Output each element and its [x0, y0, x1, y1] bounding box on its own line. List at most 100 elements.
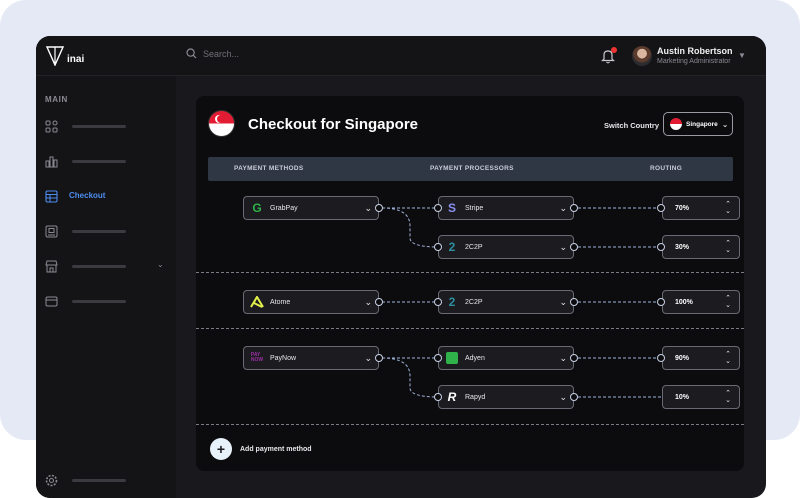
connector-node[interactable] [375, 204, 383, 212]
stepper-icon[interactable]: ⌃ ⌄ [725, 351, 731, 365]
sidebar-item-dashboard[interactable] [45, 118, 170, 134]
add-payment-method-label[interactable]: Add payment method [240, 446, 312, 453]
processor-name: Adyen [465, 354, 485, 362]
avatar[interactable] [632, 46, 652, 66]
connector-node[interactable] [657, 298, 665, 306]
card-icon [45, 296, 58, 306]
sidebar-item-placeholder [72, 230, 126, 233]
chevron-down-icon: ⌄ [364, 297, 372, 307]
connector-node[interactable] [657, 204, 665, 212]
search-input[interactable]: Search... [186, 48, 239, 59]
stepper-icon[interactable]: ⌃ ⌄ [725, 295, 731, 309]
chevron-down-icon: ⌄ [364, 353, 372, 363]
processor-name: 2C2P [465, 243, 483, 251]
processor-select[interactable]: 2 2C2P ⌄ [438, 235, 574, 259]
add-payment-method-button[interactable]: + [210, 438, 232, 460]
country-select[interactable]: Singapore ⌄ [663, 112, 733, 136]
connector-node[interactable] [375, 354, 383, 362]
sidebar-item-checkout[interactable]: Checkout [45, 188, 170, 204]
rapyd-logo-icon: R [447, 390, 457, 404]
column-header-methods: PAYMENT METHODS [234, 165, 304, 172]
singapore-flag-icon [208, 110, 235, 137]
routing-stepper[interactable]: 100% ⌃ ⌄ [662, 290, 740, 314]
connector-node[interactable] [657, 243, 665, 251]
connector-node[interactable] [434, 354, 442, 362]
routing-value: 100% [675, 298, 693, 306]
connector-node[interactable] [375, 298, 383, 306]
page-title: Checkout for Singapore [248, 116, 419, 133]
connector-node[interactable] [570, 354, 578, 362]
stripe-logo-icon: S [447, 201, 456, 215]
processor-select[interactable]: 2 2C2P ⌄ [438, 290, 574, 314]
connector-node[interactable] [434, 298, 442, 306]
chevron-down-icon: ⌄ [559, 297, 567, 307]
processor-select[interactable]: S Stripe ⌄ [438, 196, 574, 220]
processor-select[interactable]: Adyen ⌄ [438, 346, 574, 370]
routing-stepper[interactable]: 70% ⌃ ⌄ [662, 196, 740, 220]
logo[interactable]: inai [46, 45, 106, 67]
routing-value: 30% [675, 243, 690, 251]
processor-name: Rapyd [465, 393, 486, 401]
chevron-down-icon: ⌄ [721, 119, 729, 129]
chevron-down-icon: ⌄ [559, 353, 567, 363]
sidebar-item-store[interactable]: ⌄ [45, 258, 170, 274]
sidebar-item-label: Checkout [69, 191, 106, 200]
sidebar-item-placeholder [72, 125, 126, 128]
sidebar: MAIN Checkout ⌄ [36, 76, 176, 498]
store-icon [45, 260, 58, 272]
group-divider [196, 328, 744, 329]
country-value: Singapore [686, 120, 718, 128]
payment-method-name: Atome [270, 298, 291, 306]
connector-node[interactable] [570, 243, 578, 251]
stepper-icon[interactable]: ⌃ ⌄ [725, 240, 731, 254]
grabpay-logo-icon: G [252, 201, 262, 215]
chevron-down-icon[interactable]: ▼ [738, 51, 746, 60]
sidebar-item-payments[interactable] [45, 293, 170, 309]
connector-node[interactable] [434, 243, 442, 251]
column-header-routing: ROUTING [650, 165, 683, 172]
routing-value: 10% [675, 393, 690, 401]
atome-logo-icon [250, 295, 264, 309]
stepper-icon[interactable]: ⌃ ⌄ [725, 201, 731, 215]
routing-stepper[interactable]: 30% ⌃ ⌄ [662, 235, 740, 259]
2c2p-logo-icon: 2 [448, 295, 456, 309]
bar-chart-icon [45, 156, 58, 167]
payment-method-name: GrabPay [270, 204, 298, 212]
connector-node[interactable] [570, 393, 578, 401]
connector-node[interactable] [434, 204, 442, 212]
routing-value: 70% [675, 204, 690, 212]
processor-name: Stripe [465, 204, 484, 212]
sidebar-item-placeholder [72, 160, 126, 163]
chevron-down-icon: ⌄ [559, 242, 567, 252]
sidebar-item-analytics[interactable] [45, 153, 170, 169]
chevron-down-icon: ⌄ [559, 392, 567, 402]
logo-text: inai [67, 53, 85, 65]
payment-method-select[interactable]: PAY NOW PayNow ⌄ [243, 346, 379, 370]
payment-method-select[interactable]: G GrabPay ⌄ [243, 196, 379, 220]
table-icon [45, 189, 58, 203]
group-divider [196, 272, 744, 273]
connector-node[interactable] [434, 393, 442, 401]
notification-badge [611, 47, 617, 53]
search-icon [186, 48, 197, 59]
processor-select[interactable]: R Rapyd ⌄ [438, 385, 574, 409]
top-bar: inai Search... Austin Robertson Marketin… [36, 36, 766, 76]
routing-value: 90% [675, 354, 690, 362]
sidebar-item-placeholder [72, 300, 126, 303]
routing-stepper[interactable]: 90% ⌃ ⌄ [662, 346, 740, 370]
sidebar-item-settings[interactable] [45, 472, 170, 488]
sidebar-item-reports[interactable] [45, 223, 170, 239]
payment-method-select[interactable]: Atome ⌄ [243, 290, 379, 314]
sidebar-heading: MAIN [45, 95, 68, 104]
chevron-down-icon[interactable]: ⌄ [157, 260, 164, 269]
column-header-processors: PAYMENT PROCESSORS [430, 165, 514, 172]
sidebar-item-placeholder [72, 479, 126, 482]
connector-node[interactable] [657, 354, 665, 362]
stepper-icon[interactable]: ⌃ ⌄ [725, 390, 731, 404]
connector-node[interactable] [570, 204, 578, 212]
grid-icon [45, 120, 58, 132]
routing-stepper[interactable]: 10% ⌃ ⌄ [662, 385, 740, 409]
document-icon [45, 225, 58, 237]
switch-country-label: Switch Country [604, 121, 660, 130]
connector-node[interactable] [570, 298, 578, 306]
